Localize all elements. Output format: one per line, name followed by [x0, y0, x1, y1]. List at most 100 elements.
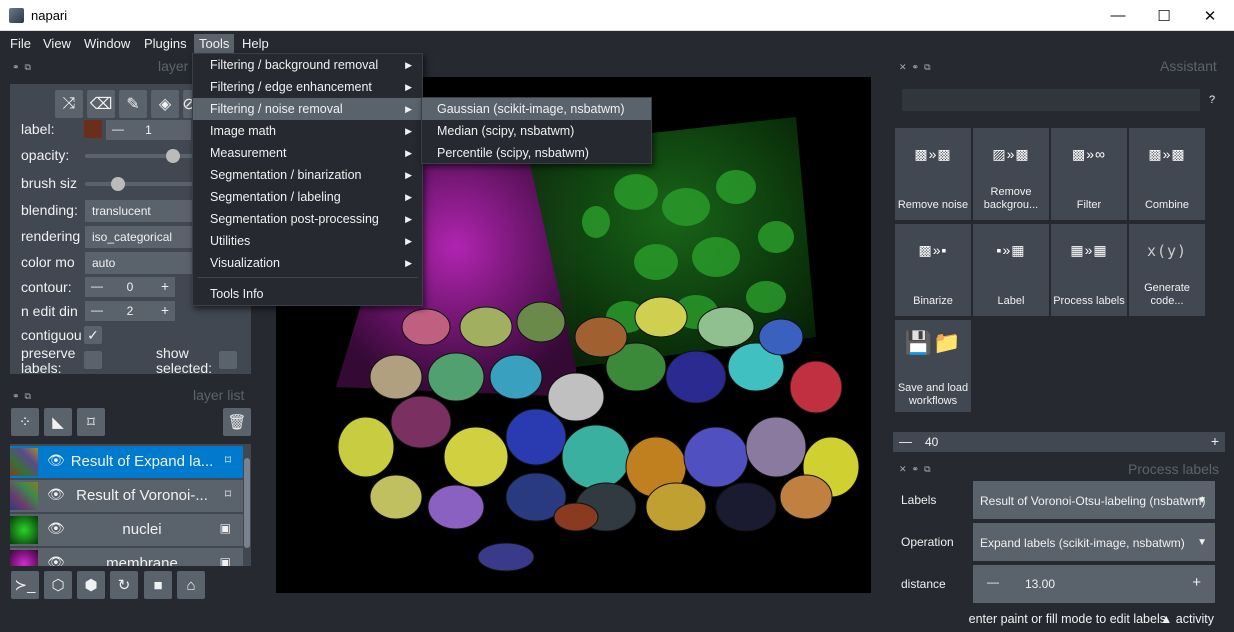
preserve-labels-checkbox[interactable] — [84, 351, 102, 369]
menu-file[interactable]: File — [5, 34, 36, 53]
increment-icon[interactable]: + — [1211, 433, 1219, 449]
eye-icon[interactable]: 👁 — [47, 554, 65, 566]
menu-item-visualization[interactable]: Visualization ▶ — [193, 252, 422, 274]
label-color-swatch — [84, 120, 102, 138]
increment-icon[interactable]: + — [1192, 574, 1201, 591]
fill-button[interactable]: ◈ — [151, 90, 179, 118]
submenu-item-median[interactable]: Median (scipy, nsbatwm) — [422, 120, 651, 142]
shuffle-colors-button[interactable]: ⤨ — [55, 90, 83, 118]
menu-separator — [197, 277, 418, 278]
brush-size-slider-handle[interactable] — [111, 177, 125, 191]
menu-item-binarization[interactable]: Segmentation / binarization ▶ — [193, 164, 422, 186]
new-labels-layer-button[interactable]: ⌑ — [77, 408, 105, 436]
minimize-button[interactable]: — — [1095, 0, 1141, 31]
binarize-button[interactable]: ▩»▪ Binarize — [895, 224, 971, 316]
menu-window[interactable]: Window — [79, 34, 135, 53]
menu-item-utilities[interactable]: Utilities ▶ — [193, 230, 422, 252]
console-button[interactable]: ≻_ — [11, 571, 39, 599]
menu-item-noise-removal[interactable]: Filtering / noise removal ▶ — [193, 98, 422, 120]
toggle-ndisplay-button[interactable]: ⬡ — [44, 571, 72, 599]
opacity-slider-handle[interactable] — [166, 149, 180, 163]
layer-row[interactable]: 👁 Result of Voronoi-... ⌑ — [10, 480, 243, 512]
assistant-search-input[interactable] — [902, 89, 1200, 111]
menu-tools[interactable]: Tools — [194, 34, 235, 53]
submenu-item-gaussian[interactable]: Gaussian (scikit-image, nsbatwm) — [422, 98, 651, 120]
layer-thumbnail — [10, 448, 38, 476]
layer-list-scrollbar[interactable] — [244, 458, 250, 548]
menu-help[interactable]: Help — [237, 34, 274, 53]
labels-select[interactable]: Result of Voronoi-Otsu-labeling (nsbatwm… — [973, 481, 1215, 519]
menu-item-labeling[interactable]: Segmentation / labeling ▶ — [193, 186, 422, 208]
dock-float-icons[interactable]: ⚭⧉ — [12, 391, 36, 402]
grid-view-button[interactable]: ■ — [144, 571, 172, 599]
eye-icon[interactable]: 👁 — [47, 452, 65, 469]
label-button[interactable]: ▪»▦ Label — [973, 224, 1049, 316]
eye-icon[interactable]: 👁 — [47, 520, 65, 537]
dock-close-float-icons[interactable]: ✕⚭⧉ — [899, 464, 936, 475]
menu-item-post-processing[interactable]: Segmentation post-processing ▶ — [193, 208, 422, 230]
home-button[interactable]: ⌂ — [177, 571, 205, 599]
distance-spinbox[interactable]: — 13.00 + — [973, 565, 1215, 603]
chevron-right-icon: ▶ — [405, 214, 412, 224]
generate-code-button[interactable]: x(y) Generate code... — [1129, 224, 1205, 316]
napari-window: napari — ☐ ✕ File View Window Plugins To… — [0, 0, 1234, 632]
increment-icon[interactable]: + — [161, 278, 169, 294]
opacity-slider[interactable] — [85, 149, 195, 163]
paintbrush-icon: ✎ — [126, 96, 140, 113]
zoom-spinbox[interactable]: — 40 + — [893, 432, 1225, 452]
layer-controls-header: layer — [158, 58, 189, 74]
menu-item-edge-enhancement[interactable]: Filtering / edge enhancement ▶ — [193, 76, 422, 98]
points-icon: ⁘ — [18, 414, 32, 431]
blending-select[interactable]: translucent — [85, 200, 195, 222]
contiguous-checkbox[interactable]: ✓ — [84, 326, 102, 344]
erase-button[interactable]: ⌫ — [87, 90, 115, 118]
new-shapes-layer-button[interactable]: ◣ — [44, 408, 72, 436]
background-removal-icon: ▨»▩ — [992, 146, 1030, 162]
activity-button[interactable]: ▲ activity — [1160, 612, 1214, 626]
remove-noise-button[interactable]: ▩»▩ Remove noise — [895, 128, 971, 220]
dock-close-float-icons[interactable]: ✕⚭⧉ — [899, 62, 936, 73]
remove-background-button[interactable]: ▨»▩ Remove backgrou... — [973, 128, 1049, 220]
menu-item-tools-info[interactable]: Tools Info — [193, 283, 422, 305]
combine-button[interactable]: ▩»▩ Combine — [1129, 128, 1205, 220]
color-mode-label: color mo — [21, 254, 75, 270]
contour-spinbox[interactable]: — 0 + — [85, 277, 175, 297]
process-labels-button[interactable]: ▦»▦ Process labels — [1051, 224, 1127, 316]
decrement-icon[interactable]: — — [987, 575, 999, 589]
menu-item-image-math[interactable]: Image math ▶ — [193, 120, 422, 142]
label-spinbox[interactable]: — 1 — [106, 120, 191, 140]
dock-float-icons[interactable]: ⚭⧉ — [12, 62, 36, 73]
layer-row[interactable]: 👁 membrane ▣ — [10, 548, 243, 566]
menu-view[interactable]: View — [38, 34, 76, 53]
help-button[interactable]: ? — [1209, 94, 1215, 106]
layer-row[interactable]: 👁 Result of Expand la... ⌑ — [10, 446, 243, 478]
paint-button[interactable]: ✎ — [119, 90, 147, 118]
rendering-select[interactable]: iso_categorical — [85, 226, 195, 248]
maximize-button[interactable]: ☐ — [1141, 0, 1187, 31]
decrement-icon[interactable]: — — [899, 434, 912, 449]
transpose-button[interactable]: ↻ — [110, 571, 138, 599]
menu-item-measurement[interactable]: Measurement ▶ — [193, 142, 422, 164]
n-edit-dim-spinbox[interactable]: — 2 + — [85, 301, 175, 321]
delete-layer-button[interactable]: 🗑 — [223, 408, 251, 436]
layer-row[interactable]: 👁 nuclei ▣ — [10, 514, 243, 546]
menu-item-background-removal[interactable]: Filtering / background removal ▶ — [193, 54, 422, 76]
brush-size-slider[interactable] — [85, 177, 195, 191]
increment-icon[interactable]: + — [161, 302, 169, 318]
show-selected-checkbox[interactable] — [219, 351, 237, 369]
labels-layer-icon: ⌑ — [224, 453, 231, 467]
color-mode-select[interactable]: auto — [85, 252, 195, 274]
submenu-item-percentile[interactable]: Percentile (scipy, nsbatwm) — [422, 142, 651, 164]
filter-icon: ▩»∞ — [1072, 146, 1106, 162]
roll-dims-button[interactable]: ⬢ — [77, 571, 105, 599]
combine-icon: ▩»▩ — [1148, 146, 1186, 162]
operation-select[interactable]: Expand labels (scikit-image, nsbatwm) ▼ — [973, 523, 1215, 561]
chevron-right-icon: ▶ — [405, 60, 412, 70]
menu-plugins[interactable]: Plugins — [139, 34, 192, 53]
close-button[interactable]: ✕ — [1187, 0, 1233, 31]
show-selected-label: show selected: — [156, 346, 213, 376]
eye-icon[interactable]: 👁 — [47, 486, 65, 503]
new-points-layer-button[interactable]: ⁘ — [11, 408, 39, 436]
filter-button[interactable]: ▩»∞ Filter — [1051, 128, 1127, 220]
save-load-workflows-button[interactable]: 💾📁 Save and load workflows — [895, 320, 971, 412]
